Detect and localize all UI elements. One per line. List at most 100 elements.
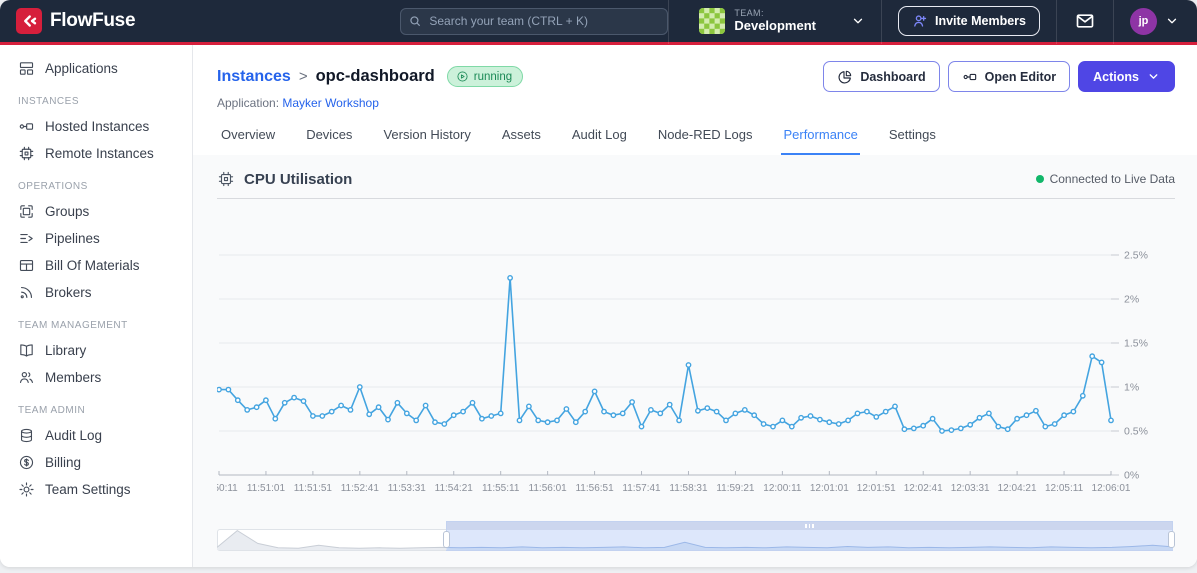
application-link[interactable]: Mayker Workshop <box>282 96 378 110</box>
svg-text:0%: 0% <box>1124 470 1139 482</box>
search-icon <box>410 15 421 26</box>
sidebar-item-label: Audit Log <box>45 428 103 443</box>
range-preview-chart <box>217 529 1173 550</box>
chart-range-selector <box>217 521 1175 551</box>
breadcrumb-separator: > <box>298 68 308 85</box>
svg-text:11:56:51: 11:56:51 <box>575 483 614 494</box>
panel-title: CPU Utilisation <box>244 170 353 188</box>
tab-devices[interactable]: Devices <box>304 123 354 155</box>
search-input[interactable] <box>400 7 669 35</box>
dashboard-button[interactable]: Dashboard <box>823 61 940 92</box>
svg-text:1%: 1% <box>1124 382 1139 394</box>
team-selector[interactable]: TEAM: Development <box>683 0 881 44</box>
sidebar-item-label: Brokers <box>45 285 92 300</box>
actions-button[interactable]: Actions <box>1078 61 1175 92</box>
sidebar-item-audit-log[interactable]: Audit Log <box>0 422 192 449</box>
sidebar-item-label: Members <box>45 370 102 385</box>
sidebar-item-label: Library <box>45 343 87 358</box>
chevron-down-icon <box>853 18 863 24</box>
sidebar-item-label: Hosted Instances <box>45 119 150 134</box>
breadcrumb: Instances > opc-dashboard running Dashbo… <box>217 61 1175 92</box>
sidebar-item-library[interactable]: Library <box>0 337 192 364</box>
sidebar-nav: Applications INSTANCES Hosted Instances Rem… <box>0 45 193 567</box>
sidebar-item-brokers[interactable]: Brokers <box>0 279 192 306</box>
brand-name: FlowFuse <box>50 10 136 31</box>
team-search <box>400 7 669 35</box>
mail-icon <box>1076 14 1094 28</box>
members-icon <box>19 371 33 384</box>
svg-text:11:51:51: 11:51:51 <box>294 483 333 494</box>
instance-tabs: Overview Devices Version History Assets Audi… <box>217 123 1175 155</box>
flowfuse-logo-icon <box>16 8 42 34</box>
play-circle-icon <box>457 71 468 82</box>
team-name: Development <box>734 17 816 33</box>
sidebar-item-hosted-instances[interactable]: Hosted Instances <box>0 113 192 140</box>
sidebar-item-remote-instances[interactable]: Remote Instances <box>0 140 192 167</box>
live-status: Connected to Live Data <box>1035 172 1175 186</box>
tab-settings[interactable]: Settings <box>887 123 938 155</box>
sidebar-item-pipelines[interactable]: Pipelines <box>0 225 192 252</box>
svg-text:11:51:01: 11:51:01 <box>247 483 286 494</box>
sidebar-item-label: Team Settings <box>45 482 131 497</box>
user-menu[interactable]: jp <box>1114 0 1183 44</box>
svg-text:2.5%: 2.5% <box>1124 250 1148 262</box>
actions-button-label: Actions <box>1093 69 1139 84</box>
sidebar-item-billing[interactable]: Billing <box>0 449 192 476</box>
tab-performance[interactable]: Performance <box>781 123 860 155</box>
open-editor-button[interactable]: Open Editor <box>947 61 1071 92</box>
sidebar-item-groups[interactable]: Groups <box>0 198 192 225</box>
sidebar-item-label: Remote Instances <box>45 146 154 161</box>
cpu-chip-icon <box>218 171 234 187</box>
main-area: Instances > opc-dashboard running Dashbo… <box>193 45 1197 567</box>
sidebar-item-label: Billing <box>45 455 82 470</box>
brokers-icon <box>20 286 33 299</box>
user-plus-icon <box>914 15 927 27</box>
remote-instances-icon <box>19 146 34 161</box>
svg-text:12:02:41: 12:02:41 <box>904 483 943 494</box>
hosted-instances-icon <box>19 123 34 130</box>
sidebar-item-label: Applications <box>45 61 118 76</box>
sidebar-section-heading: TEAM MANAGEMENT <box>18 320 128 331</box>
invite-members-label: Invite Members <box>934 14 1026 28</box>
tab-audit-log[interactable]: Audit Log <box>570 123 629 155</box>
application-line: Application: Mayker Workshop <box>217 96 1175 110</box>
svg-text:0.5%: 0.5% <box>1124 426 1148 438</box>
breadcrumb-instances-link[interactable]: Instances <box>217 68 291 86</box>
tab-node-red-logs[interactable]: Node-RED Logs <box>656 123 755 155</box>
cpu-chart[interactable]: 0% 0.5% 1% 1.5% 2% 2.5% 11:50:11 11:51:01 11:51:… <box>217 203 1173 505</box>
svg-text:11:53:31: 11:53:31 <box>388 483 427 494</box>
status-badge: running <box>446 66 524 87</box>
svg-text:11:59:21: 11:59:21 <box>716 483 755 494</box>
team-settings-icon <box>19 482 34 497</box>
navbar-divider <box>880 0 882 44</box>
open-editor-button-label: Open Editor <box>984 69 1057 84</box>
tab-version-history[interactable]: Version History <box>381 123 472 155</box>
tab-assets[interactable]: Assets <box>500 123 543 155</box>
status-badge-label: running <box>473 70 513 83</box>
live-status-label: Connected to Live Data <box>1049 172 1175 186</box>
sidebar-item-applications[interactable]: Applications <box>0 55 192 82</box>
groups-icon <box>20 205 33 218</box>
audit-log-icon <box>20 428 33 443</box>
sidebar-item-members[interactable]: Members <box>0 364 192 391</box>
tab-overview[interactable]: Overview <box>219 123 277 155</box>
dashboard-button-label: Dashboard <box>860 69 926 84</box>
node-red-editor-icon <box>963 73 976 80</box>
range-handle-right[interactable] <box>1168 531 1175 548</box>
svg-text:11:55:11: 11:55:11 <box>482 483 520 494</box>
svg-text:12:03:31: 12:03:31 <box>951 483 990 494</box>
svg-text:11:56:01: 11:56:01 <box>529 483 568 494</box>
range-handle-left[interactable] <box>443 531 451 548</box>
performance-panel: CPU Utilisation Connected to Live Data 0… <box>193 155 1197 567</box>
team-avatar <box>699 8 726 34</box>
invite-members-button[interactable]: Invite Members <box>897 6 1040 36</box>
library-icon <box>20 344 33 357</box>
sidebar-item-label: Groups <box>45 204 90 219</box>
sidebar-item-bill-of-materials[interactable]: Bill Of Materials <box>0 252 192 279</box>
bill-of-materials-icon <box>19 259 34 272</box>
top-navbar: FlowFuse TEAM <box>0 0 1197 45</box>
flowfuse-logo[interactable]: FlowFuse <box>16 8 136 34</box>
notifications-button[interactable] <box>1057 0 1113 44</box>
sidebar-section-heading: TEAM ADMIN <box>18 405 86 416</box>
sidebar-item-team-settings[interactable]: Team Settings <box>0 476 192 503</box>
